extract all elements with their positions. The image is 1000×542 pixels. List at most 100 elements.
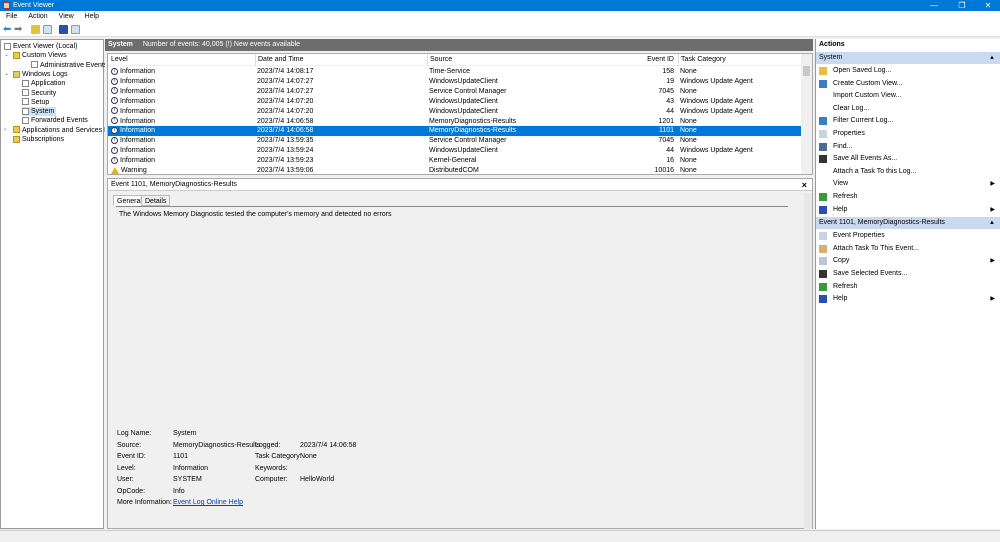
- expand-toggle[interactable]: ›: [4, 126, 6, 135]
- show-tree-icon[interactable]: [43, 25, 52, 34]
- menu-action[interactable]: Action: [28, 13, 47, 20]
- level-cell: i Information: [109, 117, 155, 127]
- task-category-cell: None: [680, 127, 697, 135]
- action-refresh[interactable]: Refresh: [816, 191, 1000, 203]
- close-button[interactable]: ✕: [976, 0, 1000, 11]
- action-save-selected-events[interactable]: Save Selected Events...: [816, 268, 1000, 280]
- action-create-custom-view[interactable]: Create Custom View...: [816, 78, 1000, 90]
- col-level[interactable]: Level: [111, 54, 128, 66]
- action-attach-task-to-this-event[interactable]: Attach Task To This Event...: [816, 243, 1000, 255]
- table-row[interactable]: i Information 2023/7/4 14:08:17 Time-Servic…: [108, 67, 801, 77]
- tree-item[interactable]: Security: [22, 89, 56, 98]
- minimize-button[interactable]: —: [922, 0, 946, 11]
- table-row[interactable]: i Information 2023/7/4 14:07:27 Service Con…: [108, 87, 801, 97]
- detail-close-button[interactable]: ×: [802, 179, 807, 191]
- table-scrollbar[interactable]: [801, 54, 812, 174]
- actions-pane: Actions System ▲ Open Saved Log... Create C…: [815, 39, 1000, 529]
- tree-item[interactable]: System: [22, 107, 57, 117]
- table-row[interactable]: i Information 2023/7/4 14:06:58 MemoryDiagn…: [108, 126, 801, 137]
- prop-label: OpCode:: [117, 487, 146, 495]
- table-row[interactable]: i Information 2023/7/4 14:06:58 MemoryDiagn…: [108, 117, 801, 127]
- source-cell: Service Control Manager: [429, 87, 507, 95]
- information-icon: i: [111, 77, 118, 85]
- action-help[interactable]: Help ▶: [816, 204, 1000, 216]
- table-row[interactable]: i Information 2023/7/4 13:59:35 Service Con…: [108, 136, 801, 146]
- detail-title-bar: Event 1101, MemoryDiagnostics-Results ×: [108, 179, 812, 191]
- menu-help[interactable]: Help: [85, 13, 99, 20]
- actions-section-header[interactable]: System ▲: [816, 52, 1000, 64]
- menu-view[interactable]: View: [59, 13, 74, 20]
- tree-item[interactable]: Event Viewer (Local): [4, 42, 77, 51]
- col-event-id[interactable]: Event ID: [628, 54, 674, 66]
- col-date[interactable]: Date and Time: [255, 54, 304, 66]
- event-log-online-help-link[interactable]: Event Log Online Help: [173, 499, 243, 506]
- table-row[interactable]: i Information 2023/7/4 13:59:23 Kernel-Gene…: [108, 156, 801, 166]
- event-id-cell: 16: [666, 157, 674, 165]
- forward-icon[interactable]: ➡: [14, 25, 23, 35]
- action-label: View: [833, 180, 849, 188]
- action-import-custom-view[interactable]: Import Custom View...: [816, 90, 1000, 102]
- title-bar: Event Viewer — ❐ ✕: [0, 0, 1000, 11]
- action-find[interactable]: Find...: [816, 141, 1000, 153]
- tree-item[interactable]: Administrative Events: [31, 61, 107, 70]
- action-event-properties[interactable]: Event Properties: [816, 230, 1000, 242]
- detail-scrollbar[interactable]: [804, 193, 812, 529]
- action-label: Properties: [833, 130, 865, 137]
- log-icon: [22, 107, 29, 115]
- action-refresh[interactable]: Refresh: [816, 281, 1000, 293]
- action-filter-current-log[interactable]: Filter Current Log...: [816, 115, 1000, 127]
- properties-icon: [819, 130, 827, 138]
- table-row[interactable]: i Information 2023/7/4 14:07:20 WindowsUpda…: [108, 97, 801, 107]
- table-row[interactable]: i Information 2023/7/4 14:07:20 WindowsUpda…: [108, 107, 801, 117]
- task-category-cell: Windows Update Agent: [680, 97, 753, 105]
- collapse-icon[interactable]: ▲: [989, 52, 995, 64]
- action-label: Import Custom View...: [833, 92, 902, 100]
- scrollbar-thumb[interactable]: [803, 66, 810, 76]
- action-label: Copy: [833, 257, 850, 265]
- tab-details[interactable]: Details: [141, 195, 171, 206]
- tree-item[interactable]: › Applications and Services Lo: [4, 126, 112, 135]
- save-icon: [819, 270, 827, 278]
- task-category-cell: None: [680, 167, 697, 174]
- source-cell: Kernel-General: [429, 157, 477, 165]
- level-text: Information: [120, 87, 156, 95]
- level-text: Warning: [121, 167, 147, 174]
- event-detail-pane: Event 1101, MemoryDiagnostics-Results × …: [107, 178, 813, 529]
- action-properties[interactable]: Properties: [816, 128, 1000, 140]
- action-open-saved-log[interactable]: Open Saved Log...: [816, 65, 1000, 77]
- action-help[interactable]: Help ▶: [816, 293, 1000, 305]
- tree-item[interactable]: ⌄ Custom Views: [4, 51, 67, 60]
- action-attach-a-task-to-this-log[interactable]: Attach a Task To this Log...: [816, 166, 1000, 178]
- action-copy[interactable]: Copy ▶: [816, 255, 1000, 267]
- tree-item[interactable]: Application: [22, 79, 65, 88]
- back-icon[interactable]: ⬅: [3, 25, 12, 35]
- action-save-all-events-as[interactable]: Save All Events As...: [816, 153, 1000, 165]
- tree-item-label: Setup: [31, 98, 50, 106]
- table-row[interactable]: Warning 2023/7/4 13:59:06 DistributedCOM 10…: [108, 166, 801, 176]
- tree-item[interactable]: Forwarded Events: [22, 116, 88, 125]
- actions-section-header[interactable]: Event 1101, MemoryDiagnostics-Results ▲: [816, 217, 1000, 230]
- menu-file[interactable]: File: [6, 13, 17, 20]
- level-cell: i Information: [109, 97, 155, 107]
- date-cell: 2023/7/4 14:08:17: [257, 68, 314, 75]
- collapse-icon[interactable]: ▲: [989, 217, 995, 229]
- tree-item[interactable]: Subscriptions: [13, 135, 64, 144]
- action-clear-log[interactable]: Clear Log...: [816, 103, 1000, 115]
- event-id-cell: 19: [666, 77, 674, 85]
- col-task-category[interactable]: Task Category: [678, 54, 726, 66]
- expand-toggle[interactable]: ⌄: [4, 70, 9, 79]
- tree-item[interactable]: ⌄ Windows Logs: [4, 70, 68, 79]
- maximize-button[interactable]: ❐: [950, 0, 974, 11]
- help-icon[interactable]: [59, 25, 68, 34]
- table-row[interactable]: i Information 2023/7/4 14:07:27 WindowsUpda…: [108, 77, 801, 87]
- tree-item-label: Windows Logs: [22, 70, 68, 78]
- show-actions-icon[interactable]: [71, 25, 80, 34]
- task-category-cell: None: [680, 87, 697, 95]
- col-source[interactable]: Source: [427, 54, 452, 66]
- log-icon: [4, 42, 11, 50]
- tree-item[interactable]: Setup: [22, 98, 49, 107]
- expand-toggle[interactable]: ⌄: [4, 51, 9, 60]
- open-folder-icon[interactable]: [31, 25, 40, 34]
- table-row[interactable]: i Information 2023/7/4 13:59:24 WindowsUpda…: [108, 146, 801, 156]
- action-view[interactable]: View ▶: [816, 178, 1000, 190]
